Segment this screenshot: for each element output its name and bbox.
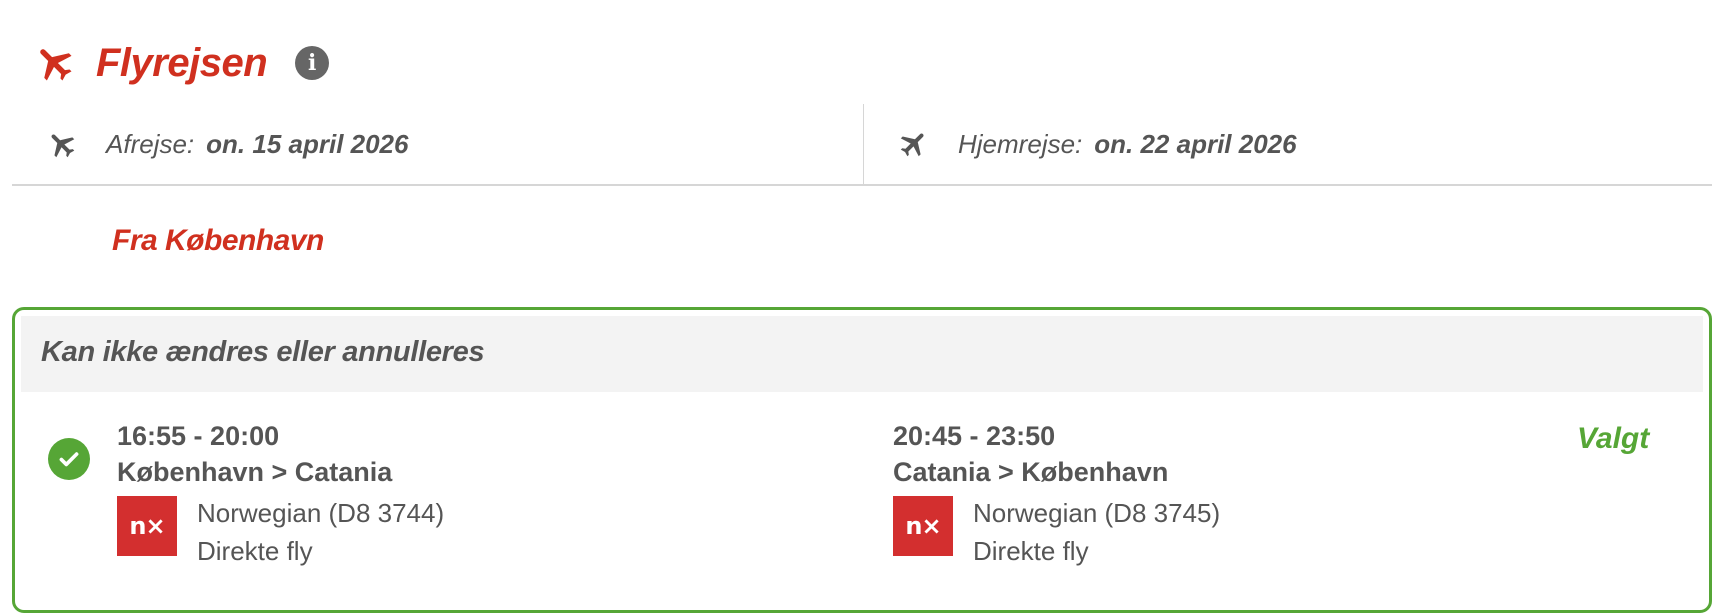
origin-heading: Fra København <box>112 224 324 257</box>
fare-conditions-text: Kan ikke ændres eller annulleres <box>41 336 485 368</box>
return-carrier: n⨯ Norwegian (D8 3745) Direkte fly <box>893 494 1593 574</box>
outbound-date-label: Afrejse: <box>106 128 195 159</box>
outbound-flight-type: Direkte fly <box>197 536 313 566</box>
return-date-label: Hjemrejse: <box>958 128 1083 159</box>
info-icon[interactable]: i <box>295 46 330 80</box>
selected-check-icon <box>48 438 90 480</box>
return-time: 20:45 - 23:50 <box>893 421 1056 451</box>
return-leg: 20:45 - 23:50 Catania > København n⨯ Nor… <box>893 418 1593 574</box>
norwegian-logo: n⨯ <box>893 496 953 556</box>
section-header: Flyrejsen i <box>32 38 330 88</box>
flight-option-card[interactable]: Kan ikke ændres eller annulleres 16:55 -… <box>12 307 1712 613</box>
outbound-date: Afrejse: on. 15 april 2026 <box>12 104 864 184</box>
norwegian-logo: n⨯ <box>117 496 177 556</box>
return-flight-type: Direkte fly <box>973 536 1089 566</box>
outbound-airline: Norwegian (D8 3744) <box>197 498 445 528</box>
return-route: Catania > København <box>893 457 1169 487</box>
section-title: Flyrejsen <box>96 40 268 85</box>
airplane-icon <box>40 49 72 81</box>
arrival-plane-icon <box>900 133 924 157</box>
outbound-leg: 16:55 - 20:00 København > Catania n⨯ Nor… <box>117 418 817 574</box>
fare-conditions-header: Kan ikke ændres eller annulleres <box>21 316 1703 392</box>
departure-plane-icon <box>51 134 75 158</box>
outbound-route: København > Catania <box>117 457 393 487</box>
return-date-value: on. 22 april 2026 <box>1094 128 1297 159</box>
selected-status: Valgt <box>1577 422 1650 455</box>
outbound-date-value: on. 15 april 2026 <box>206 128 409 159</box>
outbound-time: 16:55 - 20:00 <box>117 421 280 451</box>
outbound-carrier: n⨯ Norwegian (D8 3744) Direkte fly <box>117 494 817 574</box>
return-airline: Norwegian (D8 3745) <box>973 498 1221 528</box>
travel-dates: Afrejse: on. 15 april 2026 Hjemrejse: on… <box>12 104 1712 186</box>
return-date: Hjemrejse: on. 22 april 2026 <box>864 104 1712 184</box>
